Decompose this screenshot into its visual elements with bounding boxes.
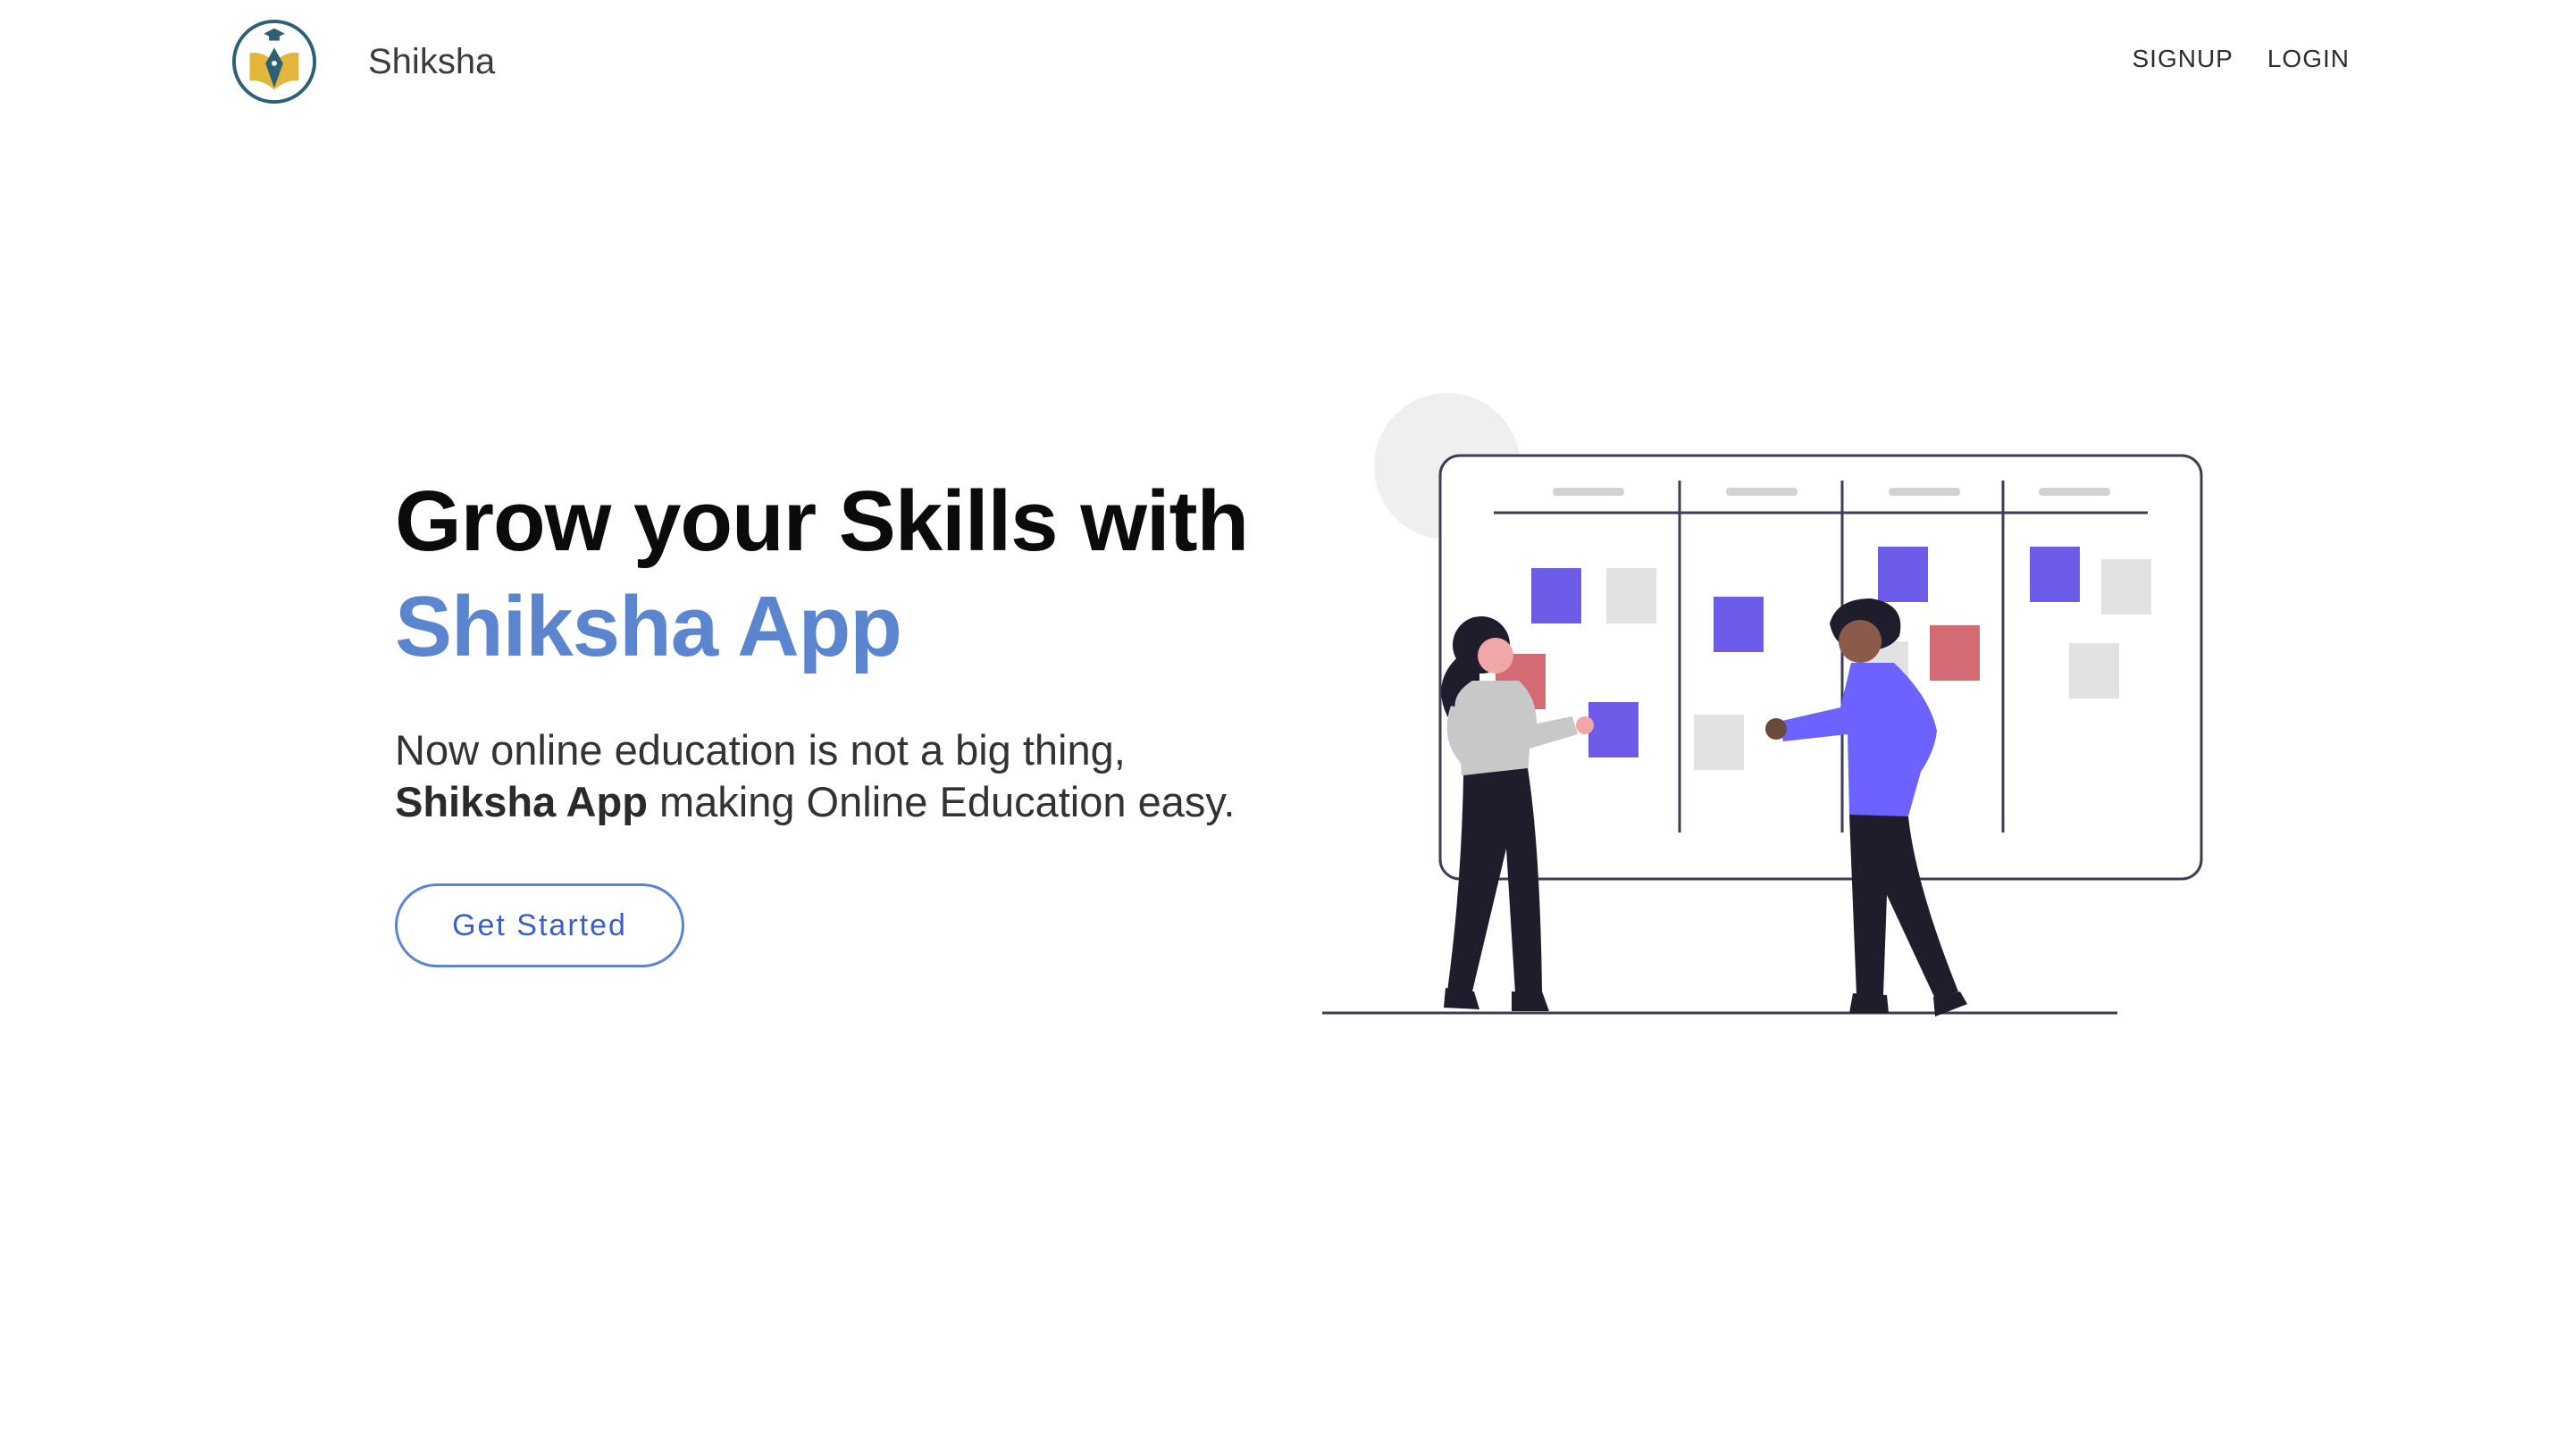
headline-line-1: Grow your Skills with [395, 473, 1249, 569]
navbar: Shiksha SIGNUP LOGIN [0, 0, 2573, 125]
subtext-app-name: Shiksha App [395, 778, 648, 825]
signup-link[interactable]: SIGNUP [2133, 45, 2234, 73]
subtext-line-1: Now online education is not a big thing, [395, 726, 1126, 774]
headline-accent: Shiksha App [395, 579, 902, 674]
card-grey [1606, 568, 1656, 623]
card-grey [1694, 715, 1744, 770]
hero-subtext: Now online education is not a big thing,… [395, 724, 1288, 828]
card-purple [2030, 547, 2080, 602]
hero-section: Grow your Skills with Shiksha App Now on… [395, 469, 1288, 967]
nav-links: SIGNUP LOGIN [2133, 45, 2351, 73]
shiksha-logo-icon [231, 19, 317, 105]
brand-name: Shiksha [368, 41, 496, 81]
card-purple [1714, 597, 1764, 652]
hero-headline: Grow your Skills with Shiksha App [395, 469, 1288, 680]
get-started-button[interactable]: Get Started [395, 883, 684, 967]
kanban-team-illustration [1322, 393, 2203, 1017]
brand-link[interactable]: Shiksha [230, 18, 495, 105]
card-red [1930, 625, 1980, 681]
subtext-line-2: making Online Education easy. [647, 778, 1236, 825]
card-purple [1588, 702, 1639, 757]
card-purple [1531, 568, 1581, 623]
card-purple [1878, 547, 1928, 602]
login-link[interactable]: LOGIN [2267, 45, 2350, 73]
card-grey [2069, 643, 2119, 699]
card-grey [2101, 559, 2151, 615]
